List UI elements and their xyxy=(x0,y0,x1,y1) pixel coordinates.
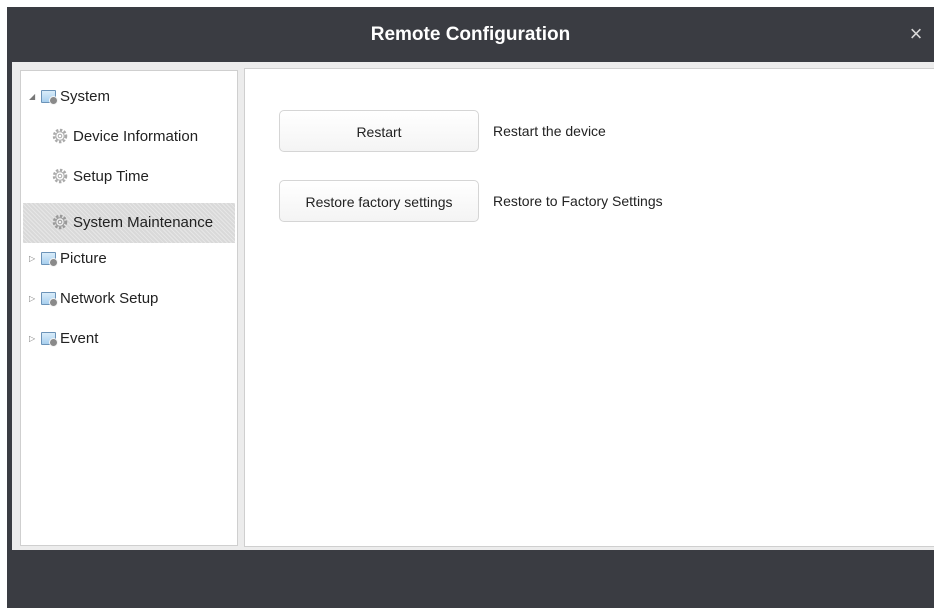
tree-item-label: Picture xyxy=(60,250,107,267)
tree-item-label: Event xyxy=(60,330,99,347)
dialog-body: ◢ System Device Information Setup Time Sy… xyxy=(12,62,934,550)
title-bar: Remote Configuration × xyxy=(7,7,934,62)
gear-icon xyxy=(52,128,68,143)
tree-item-system[interactable]: ◢ System xyxy=(29,83,110,111)
window-title: Remote Configuration xyxy=(370,24,571,45)
gear-icon xyxy=(52,214,68,229)
collapsed-arrow-icon[interactable]: ▷ xyxy=(29,325,39,353)
folder-icon xyxy=(41,89,58,105)
folder-icon xyxy=(41,291,58,307)
tree-item-device-information[interactable]: Device Information xyxy=(51,123,198,151)
restore-factory-settings-button[interactable]: Restore factory settings xyxy=(279,180,479,222)
remote-configuration-window: Remote Configuration × ◢ System Device In… xyxy=(7,7,934,608)
folder-icon xyxy=(41,331,58,347)
collapsed-arrow-icon[interactable]: ▷ xyxy=(29,285,39,313)
config-tree: ◢ System Device Information Setup Time Sy… xyxy=(20,70,238,546)
restart-description: Restart the device xyxy=(493,123,606,139)
tree-item-label: System xyxy=(60,88,111,105)
tree-item-label: System Maintenance xyxy=(73,214,214,231)
tree-item-picture[interactable]: ▷ Picture xyxy=(29,245,107,273)
close-icon[interactable]: × xyxy=(902,19,930,49)
folder-icon xyxy=(41,251,58,267)
tree-item-label: Setup Time xyxy=(73,168,149,185)
tree-item-setup-time[interactable]: Setup Time xyxy=(51,163,149,191)
restart-button[interactable]: Restart xyxy=(279,110,479,152)
tree-item-event[interactable]: ▷ Event xyxy=(29,325,98,353)
system-maintenance-panel: Restart Restart the device Restore facto… xyxy=(244,68,934,547)
tree-item-network-setup[interactable]: ▷ Network Setup xyxy=(29,285,158,313)
restore-factory-description: Restore to Factory Settings xyxy=(493,193,663,209)
tree-item-label: Device Information xyxy=(73,128,199,145)
gear-icon xyxy=(52,168,68,183)
expanded-arrow-icon[interactable]: ◢ xyxy=(29,83,39,111)
collapsed-arrow-icon[interactable]: ▷ xyxy=(29,245,39,273)
tree-item-label: Network Setup xyxy=(60,290,159,307)
tree-item-system-maintenance[interactable]: System Maintenance xyxy=(23,203,235,243)
